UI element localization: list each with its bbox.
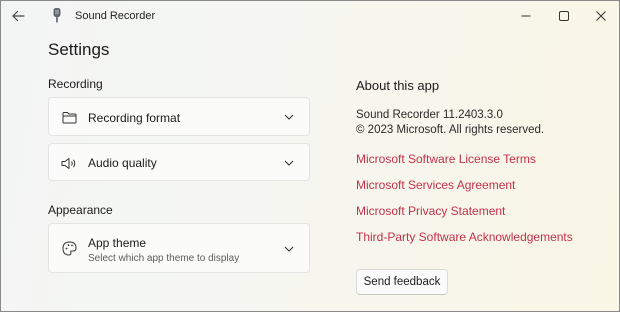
audio-quality-label: Audio quality bbox=[88, 156, 157, 170]
back-arrow-icon bbox=[12, 10, 25, 22]
maximize-icon bbox=[559, 11, 569, 21]
title-bar: Sound Recorder bbox=[1, 1, 619, 31]
copyright-text: © 2023 Microsoft. All rights reserved. bbox=[356, 124, 545, 136]
back-button[interactable] bbox=[7, 6, 29, 26]
chevron-down-icon bbox=[283, 111, 295, 123]
speaker-icon bbox=[61, 155, 77, 171]
app-version: Sound Recorder 11.2403.3.0 bbox=[356, 109, 503, 121]
send-feedback-button[interactable]: Send feedback bbox=[356, 269, 448, 295]
app-theme-description: Select which app theme to display bbox=[88, 253, 240, 264]
recording-section-label: Recording bbox=[48, 77, 103, 91]
app-theme-label: App theme bbox=[88, 236, 147, 250]
page-title: Settings bbox=[48, 40, 110, 59]
license-terms-link[interactable]: Microsoft Software License Terms bbox=[356, 152, 536, 166]
close-icon bbox=[596, 11, 606, 21]
about-title: About this app bbox=[356, 78, 440, 93]
third-party-acknowledgements-link[interactable]: Third-Party Software Acknowledgements bbox=[356, 230, 573, 244]
minimize-icon bbox=[521, 15, 531, 17]
privacy-statement-link[interactable]: Microsoft Privacy Statement bbox=[356, 204, 505, 218]
maximize-button[interactable] bbox=[549, 5, 579, 27]
microphone-icon bbox=[52, 8, 62, 23]
chevron-down-icon bbox=[283, 157, 295, 169]
recording-format-label: Recording format bbox=[88, 111, 181, 125]
close-button[interactable] bbox=[586, 5, 616, 27]
audio-quality-card[interactable]: Audio quality bbox=[48, 143, 310, 181]
folder-icon bbox=[61, 109, 77, 125]
chevron-down-icon bbox=[283, 243, 295, 255]
appearance-section-label: Appearance bbox=[48, 203, 113, 217]
palette-icon bbox=[61, 240, 77, 256]
app-title: Sound Recorder bbox=[75, 10, 156, 22]
app-theme-card[interactable]: App theme Select which app theme to disp… bbox=[48, 223, 310, 273]
app-window: Sound Recorder Settings Recording Record… bbox=[0, 0, 620, 312]
services-agreement-link[interactable]: Microsoft Services Agreement bbox=[356, 178, 515, 192]
minimize-button[interactable] bbox=[511, 5, 541, 27]
recording-format-card[interactable]: Recording format bbox=[48, 97, 310, 136]
